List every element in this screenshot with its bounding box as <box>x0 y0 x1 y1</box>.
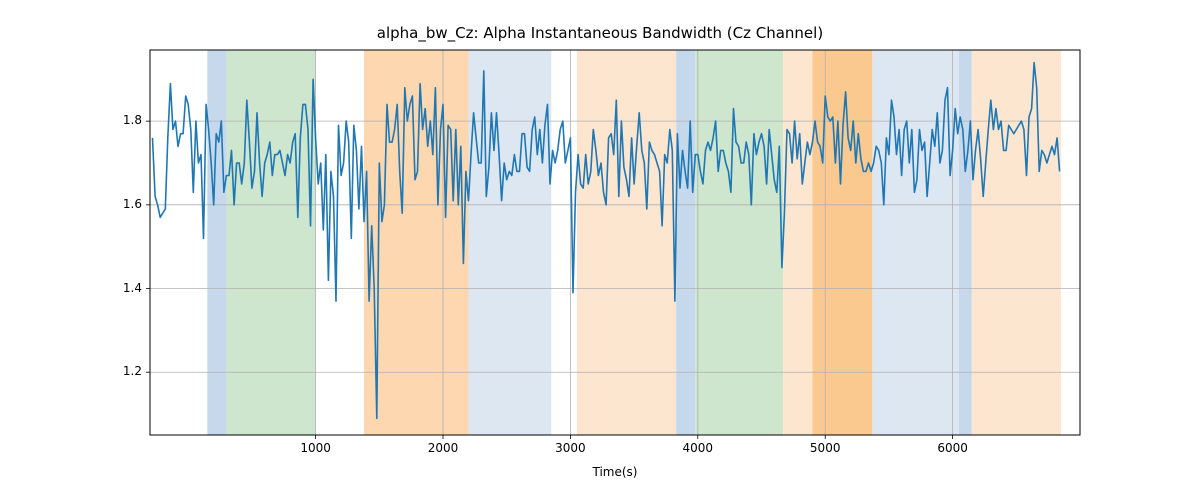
background-span <box>364 50 468 435</box>
x-tick-label: 3000 <box>550 441 590 455</box>
y-tick-label: 1.2 <box>108 364 142 378</box>
background-span <box>695 50 783 435</box>
background-span <box>872 50 959 435</box>
plot-axes <box>150 50 1080 435</box>
x-tick-label: 5000 <box>805 441 845 455</box>
x-axis-label: Time(s) <box>150 465 1080 479</box>
background-span <box>959 50 972 435</box>
background-span <box>468 50 551 435</box>
background-span <box>207 50 226 435</box>
background-span <box>577 50 676 435</box>
chart-svg <box>150 50 1080 435</box>
background-span <box>676 50 695 435</box>
y-tick-label: 1.4 <box>108 281 142 295</box>
x-tick-label: 6000 <box>933 441 973 455</box>
x-tick-label: 4000 <box>678 441 718 455</box>
y-axis-label: Hz <box>100 0 120 50</box>
y-tick-label: 1.6 <box>108 197 142 211</box>
x-tick-label: 1000 <box>296 441 336 455</box>
y-tick-label: 1.8 <box>108 113 142 127</box>
x-tick-label: 2000 <box>423 441 463 455</box>
background-span <box>812 50 872 435</box>
figure: alpha_bw_Cz: Alpha Instantaneous Bandwid… <box>0 0 1200 500</box>
chart-title: alpha_bw_Cz: Alpha Instantaneous Bandwid… <box>0 24 1200 42</box>
background-span <box>783 50 812 435</box>
background-span <box>972 50 1061 435</box>
